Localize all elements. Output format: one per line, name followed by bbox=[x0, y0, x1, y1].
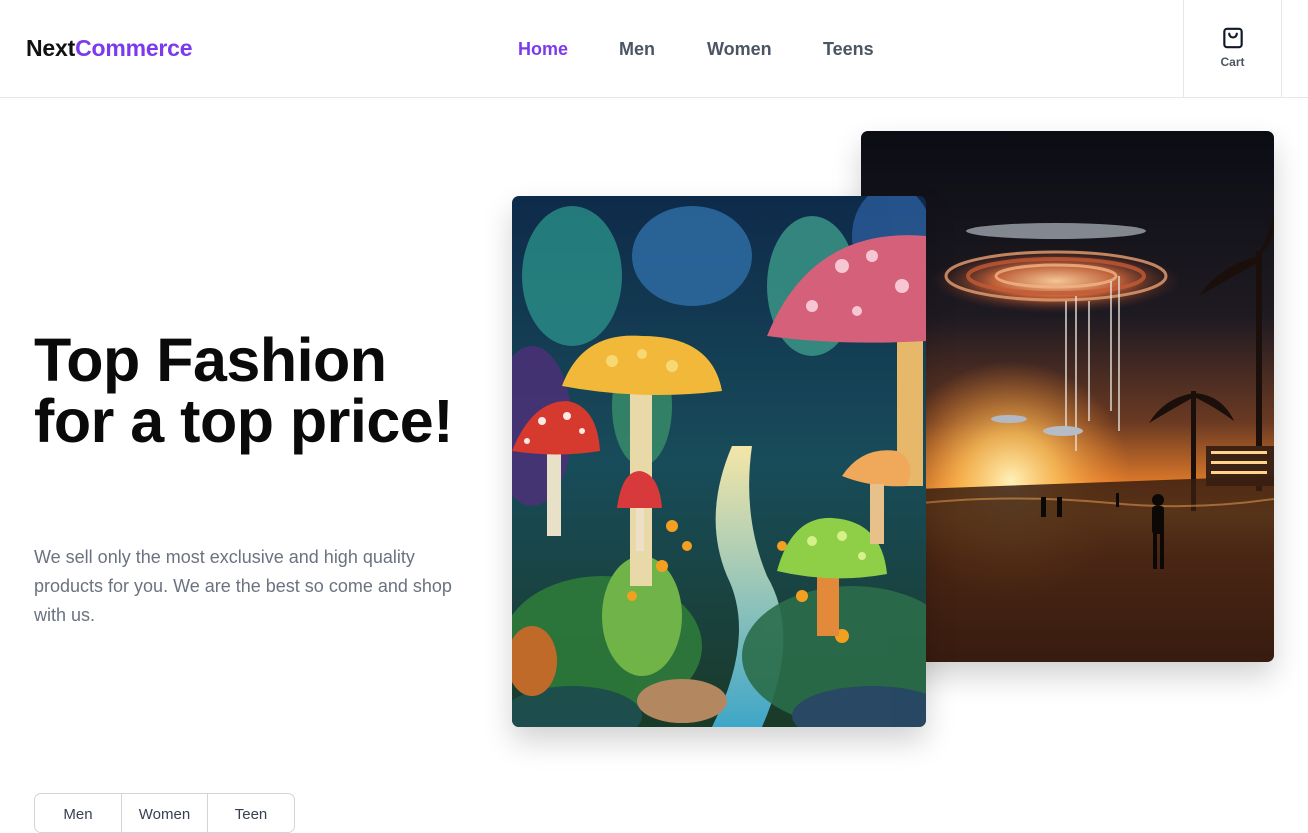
hero-title: Top Fashion for a top price! bbox=[34, 326, 454, 455]
mushroom-forest-image bbox=[512, 196, 926, 727]
category-tabs: Men Women Teen bbox=[34, 793, 295, 833]
category-tab-women[interactable]: Women bbox=[122, 794, 208, 832]
brand-name-accent: Commerce bbox=[75, 35, 193, 61]
brand-name-primary: Next bbox=[26, 35, 76, 61]
nav-link-teens[interactable]: Teens bbox=[823, 37, 874, 61]
brand-logo[interactable]: NextCommerce bbox=[26, 34, 193, 62]
site-header: NextCommerce Home Men Women Teens Cart bbox=[0, 0, 1308, 98]
nav-link-men[interactable]: Men bbox=[619, 37, 655, 61]
cart-label: Cart bbox=[1220, 55, 1245, 69]
category-tab-men[interactable]: Men bbox=[35, 794, 122, 832]
shopping-bag-icon bbox=[1222, 27, 1243, 49]
category-tab-teen[interactable]: Teen bbox=[208, 794, 294, 832]
cart-button[interactable]: Cart bbox=[1183, 0, 1282, 98]
nav-link-women[interactable]: Women bbox=[707, 37, 772, 61]
hero-description: We sell only the most exclusive and high… bbox=[34, 547, 452, 625]
nav-link-home[interactable]: Home bbox=[518, 37, 568, 61]
